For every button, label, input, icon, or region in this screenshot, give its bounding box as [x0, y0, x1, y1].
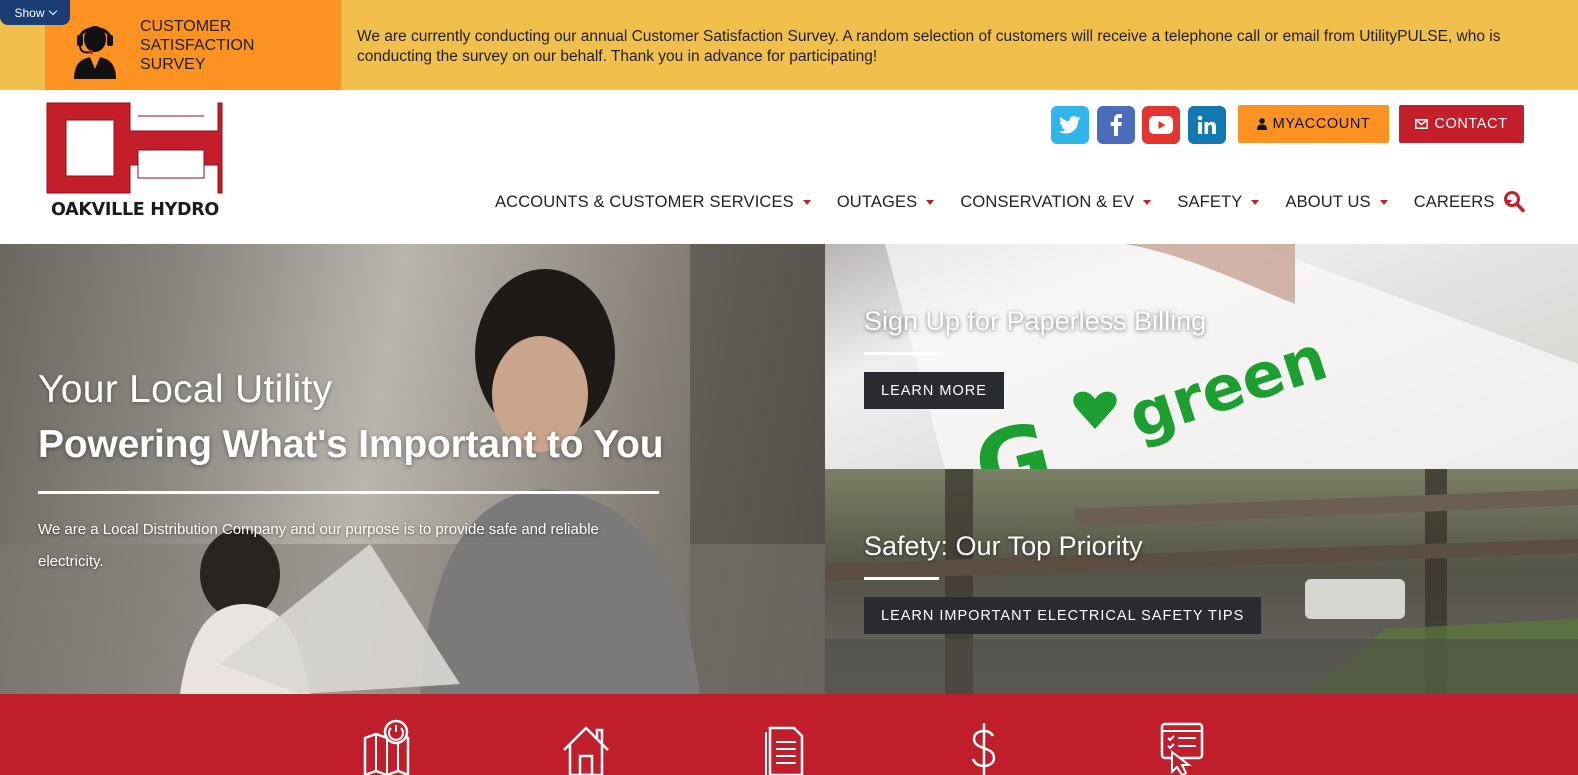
facebook-icon	[1110, 114, 1122, 136]
survey-title: CUSTOMER SATISFACTION SURVEY	[140, 18, 255, 73]
caret-down-icon	[802, 200, 811, 205]
facebook-button[interactable]	[1097, 106, 1135, 144]
logo-mark	[46, 102, 223, 194]
outage-map-icon[interactable]	[362, 718, 412, 775]
quick-links-bar	[0, 694, 1578, 775]
nav-item-label: ABOUT US	[1285, 192, 1371, 211]
promo-divider	[864, 352, 939, 355]
twitter-icon	[1059, 116, 1081, 134]
myaccount-button[interactable]: MYACCOUNT	[1238, 105, 1389, 143]
survey-banner: Show CUSTOMER SATISFACTION SURVEY We are…	[0, 0, 1578, 90]
chevron-down-icon	[48, 6, 57, 16]
caret-down-icon	[1143, 200, 1152, 205]
online-form-icon[interactable]	[1158, 718, 1208, 775]
dollar-icon[interactable]	[959, 718, 1009, 775]
nav-item-careers[interactable]: CAREERS	[1414, 193, 1512, 212]
promo-title: Sign Up for Paperless Billing	[864, 306, 1207, 336]
hero-description: We are a Local Distribution Company and …	[38, 521, 599, 570]
fallen-trees-photo	[825, 469, 1578, 694]
nav-item-conservation[interactable]: CONSERVATION & EV	[960, 192, 1152, 212]
go-green-key-photo: G green	[885, 244, 1578, 469]
nav-item-accounts[interactable]: ACCOUNTS & CUSTOMER SERVICES	[495, 193, 811, 212]
hero-kicker: Your Local Utility	[38, 368, 333, 411]
nav-item-label: ACCOUNTS & CUSTOMER SERVICES	[495, 192, 794, 211]
twitter-button[interactable]	[1051, 106, 1089, 144]
learn-more-button[interactable]: LEARN MORE	[864, 372, 1004, 409]
main-nav: ACCOUNTS & CUSTOMER SERVICES OUTAGES CON…	[495, 186, 1538, 218]
document-icon[interactable]	[760, 718, 810, 775]
promo-paperless-billing[interactable]: G green Sign Up for Paperless Billing LE…	[825, 244, 1578, 469]
nav-item-about[interactable]: ABOUT US	[1285, 192, 1388, 212]
hero-banner: Your Local Utility Powering What's Impor…	[0, 244, 825, 694]
user-icon	[1256, 118, 1267, 130]
logo-wordmark: OAKVILLE HYDRO	[51, 200, 219, 220]
youtube-icon	[1149, 116, 1173, 134]
home-icon[interactable]	[561, 718, 611, 775]
search-icon[interactable]	[1503, 190, 1525, 214]
show-toggle-button[interactable]: Show	[0, 0, 70, 25]
caret-down-icon	[1251, 200, 1260, 205]
myaccount-label: MYACCOUNT	[1272, 116, 1371, 132]
hero-title: Powering What's Important to You	[38, 423, 664, 466]
survey-badge: CUSTOMER SATISFACTION SURVEY	[45, 0, 341, 90]
nav-item-label: CONSERVATION & EV	[960, 192, 1135, 211]
headset-agent-icon	[74, 26, 116, 79]
youtube-button[interactable]	[1142, 106, 1180, 144]
nav-item-label: SAFETY	[1177, 192, 1243, 211]
envelope-icon	[1415, 119, 1429, 129]
caret-down-icon	[926, 200, 935, 205]
nav-item-label: OUTAGES	[836, 192, 918, 211]
promo-safety[interactable]: Safety: Our Top Priority LEARN IMPORTANT…	[825, 469, 1578, 694]
nav-item-outages[interactable]: OUTAGES	[837, 193, 935, 212]
show-label: Show	[14, 5, 45, 20]
safety-tips-button[interactable]: LEARN IMPORTANT ELECTRICAL SAFETY TIPS	[864, 597, 1262, 634]
promo-divider	[864, 577, 939, 580]
linkedin-icon	[1197, 115, 1216, 134]
contact-label: CONTACT	[1434, 116, 1508, 132]
caret-down-icon	[1379, 200, 1388, 205]
hero-photo	[0, 244, 825, 694]
hero-divider	[38, 491, 659, 494]
survey-message: We are currently conducting our annual C…	[357, 28, 1501, 65]
oakville-hydro-logo[interactable]: OAKVILLE HYDRO	[44, 98, 226, 223]
linkedin-button[interactable]	[1188, 106, 1226, 144]
nav-item-safety[interactable]: SAFETY	[1177, 192, 1260, 212]
contact-button[interactable]: CONTACT	[1399, 105, 1524, 143]
promo-title: Safety: Our Top Priority	[864, 531, 1143, 561]
nav-item-label: CAREERS	[1413, 192, 1495, 211]
